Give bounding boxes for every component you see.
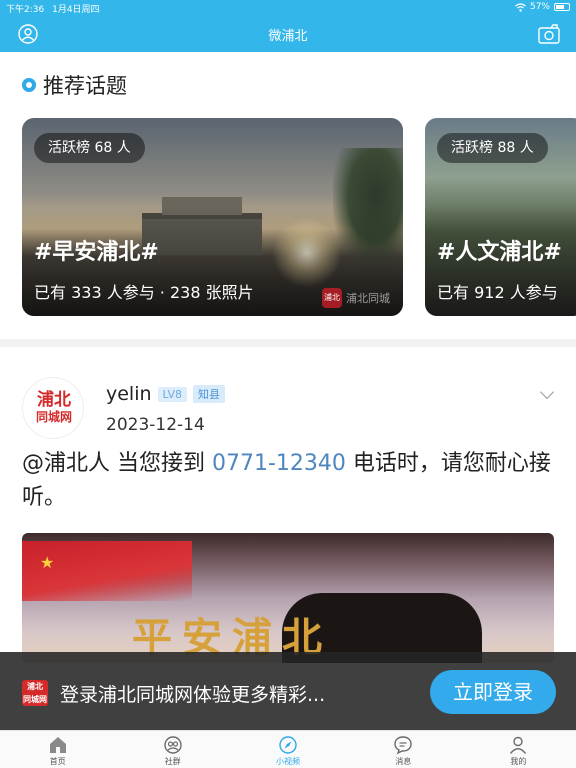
tab-community[interactable]: 社群 <box>115 731 230 768</box>
section-dot-icon <box>22 78 36 92</box>
phone-link[interactable]: 0771-12340 <box>212 451 346 476</box>
tab-label: 首页 <box>49 757 66 766</box>
banner-logo-bottom: 同城网 <box>23 695 47 704</box>
status-bar: 下午2:36 1月4日周四 57% <box>0 0 576 16</box>
status-indicators: 57% <box>515 2 570 12</box>
tab-label: 我的 <box>510 757 527 766</box>
compass-icon <box>279 736 297 754</box>
tab-label: 消息 <box>395 757 412 766</box>
tab-home[interactable]: 首页 <box>0 731 115 768</box>
user-avatar[interactable]: 浦北 同城网 <box>22 377 84 439</box>
camera-icon[interactable] <box>538 24 560 44</box>
rank-badge: 活跃榜 88 人 <box>437 133 548 163</box>
status-time-date: 下午2:36 1月4日周四 <box>6 2 100 15</box>
home-icon <box>49 737 66 753</box>
user-row: yelin LV8 知县 <box>106 383 225 405</box>
rank-badge: 活跃榜 68 人 <box>34 133 145 163</box>
post-text-start: @浦北人 当您接到 <box>22 451 205 476</box>
tab-messages[interactable]: 消息 <box>346 731 461 768</box>
status-date: 1月4日周四 <box>52 5 100 15</box>
watermark: 浦北 浦北同城 <box>322 288 390 308</box>
tab-profile[interactable]: 我的 <box>461 731 576 768</box>
topic-title: #人文浦北# <box>437 240 562 265</box>
recommended-topics: 推荐话题 活跃榜 68 人 #早安浦北# 已有 333 人参与 · 238 张照… <box>0 52 576 339</box>
level-badge: LV8 <box>157 386 187 402</box>
post: 浦北 同城网 yelin LV8 知县 2023-12-14 @浦北人 当您接到… <box>0 347 576 663</box>
post-image[interactable]: ★ 平安浦北 <box>22 533 554 663</box>
topic-stats: 已有 912 人参与 <box>437 283 558 302</box>
watermark-logo-icon: 浦北 <box>322 288 342 308</box>
status-time: 下午2:36 <box>6 5 45 15</box>
post-date: 2023-12-14 <box>106 415 205 435</box>
wifi-icon <box>515 2 526 12</box>
login-button[interactable]: 立即登录 <box>430 670 556 714</box>
battery-percent: 57% <box>529 2 550 12</box>
topic-card[interactable]: 活跃榜 88 人 #人文浦北# 已有 912 人参与 <box>425 118 576 316</box>
logo-text-bottom: 同城网 <box>35 410 72 424</box>
tab-label: 社群 <box>164 757 181 766</box>
logo-mark: 浦北 同城网 <box>27 392 81 426</box>
logo-text-top: 浦北 <box>37 390 71 410</box>
nav-title: 微浦北 <box>268 29 308 44</box>
post-text: @浦北人 当您接到 0771-12340 电话时，请您耐心接听。 <box>22 447 554 515</box>
banner-logo-top: 浦北 <box>27 682 43 691</box>
tab-label: 小视频 <box>276 757 300 766</box>
tab-short-video[interactable]: 小视频 <box>230 731 345 768</box>
banner-text: 登录浦北同城网体验更多精彩... <box>60 684 326 706</box>
section-header: 推荐话题 <box>22 70 127 100</box>
star-icon: ★ <box>40 553 55 572</box>
message-icon <box>394 736 412 755</box>
topic-title: #早安浦北# <box>34 240 159 265</box>
role-badge: 知县 <box>193 385 225 403</box>
profile-icon <box>510 736 527 754</box>
chevron-down-icon[interactable] <box>539 384 555 400</box>
section-title: 推荐话题 <box>43 74 127 98</box>
topic-card[interactable]: 活跃榜 68 人 #早安浦北# 已有 333 人参与 · 238 张照片 浦北 … <box>22 118 403 316</box>
section-divider <box>0 339 576 347</box>
battery-icon <box>554 3 570 11</box>
community-icon <box>164 736 182 754</box>
nav-bar: 微浦北 <box>0 16 576 52</box>
topic-stats: 已有 333 人参与 · 238 张照片 <box>34 283 254 302</box>
banner-logo-icon: 浦北 同城网 <box>22 680 48 706</box>
login-banner: 浦北 同城网 登录浦北同城网体验更多精彩... 立即登录 <box>0 652 576 730</box>
tab-bar: 首页 社群 小视频 消息 我的 <box>0 730 576 768</box>
watermark-text: 浦北同城 <box>346 292 390 305</box>
username[interactable]: yelin <box>106 383 152 405</box>
